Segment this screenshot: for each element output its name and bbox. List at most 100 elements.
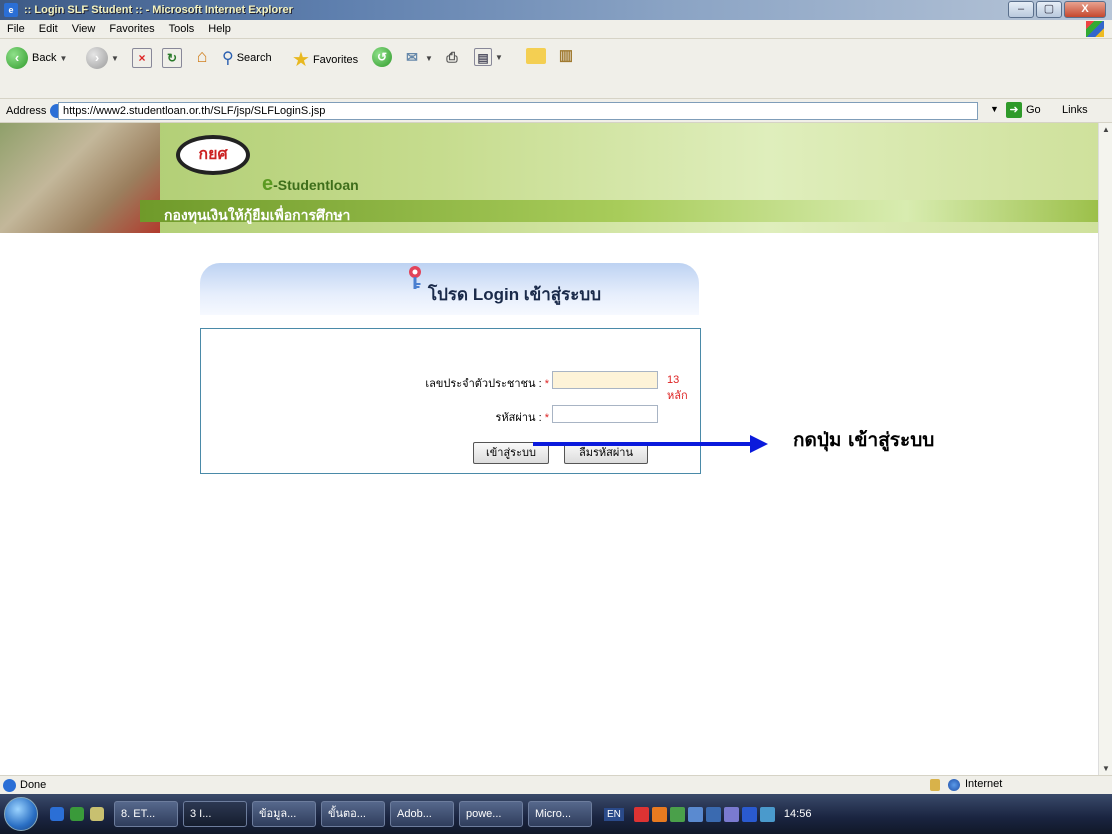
tray-icon[interactable] xyxy=(759,806,775,822)
refresh-icon[interactable]: ↻ xyxy=(162,48,182,68)
menu-edit[interactable]: Edit xyxy=(32,23,65,35)
taskbar: 8. ET... 3 I... ข้อมูล... ขั้นตอ... Adob… xyxy=(0,794,1112,834)
window-title-bar[interactable]: e :: Login SLF Student :: - Microsoft In… xyxy=(0,0,1112,20)
forward-arrow-icon: › xyxy=(86,47,108,69)
taskbar-item[interactable]: ข้อมูล... xyxy=(252,801,316,827)
password-label: รหัสผ่าน : * xyxy=(326,408,549,426)
menu-tools[interactable]: Tools xyxy=(162,23,202,35)
banner-photo xyxy=(0,123,160,233)
address-input[interactable]: https://www2.studentloan.or.th/SLF/jsp/S… xyxy=(58,102,978,120)
tray-icon[interactable] xyxy=(651,806,667,822)
fund-name: กองทุนเงินให้กู้ยืมเพื่อการศึกษา xyxy=(164,207,351,223)
back-arrow-icon: ‹ xyxy=(6,47,28,69)
vertical-scrollbar[interactable]: ▲ ▼ xyxy=(1098,123,1112,775)
citizen-id-label-text: เลขประจำตัวประชาชน : xyxy=(425,378,542,390)
annotation-arrow-head xyxy=(750,435,768,453)
slf-logo: กยศ xyxy=(176,135,250,175)
tray-icon[interactable] xyxy=(723,806,739,822)
required-mark: * xyxy=(544,378,549,390)
stop-icon[interactable]: × xyxy=(132,48,152,68)
search-label: Search xyxy=(236,52,272,64)
maximize-button[interactable]: ▢ xyxy=(1036,1,1062,18)
password-label-text: รหัสผ่าน : xyxy=(495,412,542,424)
clock[interactable]: 14:56 xyxy=(784,808,812,820)
tray-icon[interactable] xyxy=(633,806,649,822)
password-input[interactable] xyxy=(552,405,658,423)
favorites-label: Favorites xyxy=(312,53,359,66)
forward-button[interactable]: › ▼ xyxy=(86,47,119,69)
favorites-button[interactable]: ★ Favorites xyxy=(292,47,358,72)
menu-view[interactable]: View xyxy=(65,23,103,35)
mail-dropdown-icon[interactable]: ▼ xyxy=(425,54,433,63)
annotation-text: กดปุ่ม เข้าสู่ระบบ xyxy=(793,429,935,451)
home-icon[interactable]: ⌂ xyxy=(192,47,212,67)
go-label: Go xyxy=(1026,104,1041,116)
brand-prefix: e xyxy=(262,173,274,195)
address-dropdown-icon[interactable]: ▼ xyxy=(990,104,999,114)
forward-dropdown-icon[interactable]: ▼ xyxy=(111,54,119,63)
lock-icon xyxy=(930,779,940,791)
tray-icon[interactable] xyxy=(705,806,721,822)
research-icon[interactable]: ▥ xyxy=(556,47,576,67)
brand-name: e-Studentloan xyxy=(262,173,359,196)
print-icon[interactable]: ⎙ xyxy=(442,48,462,68)
address-bar: Address https://www2.studentloan.or.th/S… xyxy=(0,99,1112,123)
edit-dropdown-icon[interactable]: ▼ xyxy=(495,53,503,62)
status-bar: Done Internet xyxy=(0,775,1112,794)
citizen-id-input[interactable] xyxy=(552,371,658,389)
back-button[interactable]: ‹ Back ▼ xyxy=(6,47,67,69)
taskbar-item[interactable]: ขั้นตอ... xyxy=(321,801,385,827)
start-button[interactable] xyxy=(4,797,38,831)
taskbar-item[interactable]: powe... xyxy=(459,801,523,827)
annotation-arrow xyxy=(533,442,753,446)
search-button[interactable]: ⚲ Search xyxy=(222,48,272,68)
minimize-button[interactable]: – xyxy=(1008,1,1034,18)
close-button[interactable]: X xyxy=(1064,1,1106,18)
history-icon[interactable]: ↺ xyxy=(372,47,392,67)
security-zone: Internet xyxy=(965,778,1003,790)
tray-icon[interactable] xyxy=(669,806,685,822)
go-arrow-icon: ➜ xyxy=(1006,102,1022,118)
key-icon xyxy=(409,266,421,289)
menu-favorites[interactable]: Favorites xyxy=(102,23,161,35)
edit-page-icon[interactable]: ▤ xyxy=(474,48,492,66)
menu-bar: File Edit View Favorites Tools Help xyxy=(0,20,1112,39)
toolbar: ‹ Back ▼ › ▼ × ↻ ⌂ ⚲ Search ★ Favorites … xyxy=(0,39,1112,99)
links-button[interactable]: Links xyxy=(1062,104,1088,116)
go-button[interactable]: ➜ Go xyxy=(1006,102,1041,118)
taskbar-item[interactable]: 8. ET... xyxy=(114,801,178,827)
menu-file[interactable]: File xyxy=(0,23,32,35)
login-title: โปรด Login เข้าสู่ระบบ xyxy=(428,285,601,304)
site-banner: กยศ e-Studentloan กองทุนเงินให้กู้ยืมเพื… xyxy=(0,123,1098,233)
brand-text: -Studentloan xyxy=(273,177,359,193)
back-label: Back xyxy=(32,52,57,64)
taskbar-item[interactable]: Micro... xyxy=(528,801,592,827)
menu-help[interactable]: Help xyxy=(201,23,238,35)
windows-logo-icon xyxy=(1086,21,1104,37)
search-icon: ⚲ xyxy=(222,50,234,67)
login-form: เลขประจำตัวประชาชน : * 13 หลัก รหัสผ่าน … xyxy=(200,328,701,474)
quicklaunch-icon[interactable] xyxy=(70,807,84,821)
mail-icon[interactable]: ✉ xyxy=(402,48,422,68)
status-text: Done xyxy=(20,779,47,791)
globe-icon xyxy=(948,779,960,791)
taskbar-item[interactable]: Adob... xyxy=(390,801,454,827)
tray-icon[interactable] xyxy=(687,806,703,822)
star-icon: ★ xyxy=(292,49,310,71)
page-status-icon xyxy=(3,778,16,792)
citizen-id-hint: 13 หลัก xyxy=(667,374,688,402)
back-dropdown-icon[interactable]: ▼ xyxy=(59,54,67,63)
ie-icon: e xyxy=(4,3,18,17)
required-mark: * xyxy=(544,412,549,424)
language-indicator[interactable]: EN xyxy=(604,807,624,821)
citizen-id-label: เลขประจำตัวประชาชน : * xyxy=(326,374,549,392)
tray-icon[interactable] xyxy=(741,806,757,822)
ie-quicklaunch-icon[interactable] xyxy=(50,807,64,821)
scroll-down-icon[interactable]: ▼ xyxy=(1102,764,1110,773)
quicklaunch-icon[interactable] xyxy=(90,807,104,821)
taskbar-item[interactable]: 3 I... xyxy=(183,801,247,827)
scroll-up-icon[interactable]: ▲ xyxy=(1102,125,1110,134)
folder-icon[interactable] xyxy=(526,48,546,64)
address-label: Address xyxy=(6,104,47,117)
window-title: :: Login SLF Student :: - Microsoft Inte… xyxy=(24,4,293,16)
